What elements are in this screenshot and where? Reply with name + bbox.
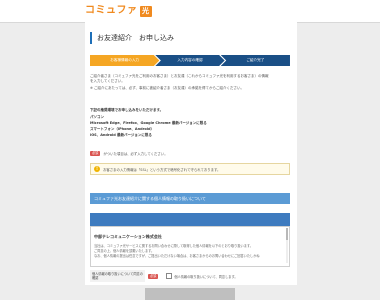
- agree-checkbox-label[interactable]: 個人情報の取り扱いについて、同意します。: [174, 274, 237, 279]
- step-input: お客様情報の入力: [90, 55, 160, 66]
- next-button[interactable]: [145, 288, 235, 300]
- privacy-scroll-box[interactable]: 中部テレコミュニケーション株式会社 当社は、コミュファ光サービスに関するお問い合…: [90, 226, 290, 267]
- company-name: 中部テレコミュニケーション株式会社: [94, 234, 162, 239]
- env-pc-browsers: Microsoft Edge、Firefox、Google Chrome 最新バ…: [90, 121, 207, 125]
- progress-steps: お客様情報の入力 入力内容の確認 ご紹介完了: [90, 55, 290, 66]
- agree-label: 個人情報の取り扱いについて同意の確認: [90, 270, 145, 282]
- agree-row: 個人情報の取り扱いについて同意の確認 必須 個人情報の取り扱いについて、同意しま…: [90, 270, 290, 282]
- env-heading: 下記の推奨環境でお申し込みをいただけます。: [90, 108, 164, 112]
- page-title-wrap: お友達紹介 お申し込み: [90, 30, 174, 46]
- env-ios: iOS、Android 最新バージョンに限る: [90, 133, 152, 137]
- logo-text: コミュファ: [85, 5, 138, 16]
- ssl-notice-text: お客さまの入力情報は「SSL」という方式で暗号化されて守られております。: [103, 167, 221, 172]
- section-header: コミュファ光お友達紹介に関する個人情報の取り扱いについて: [90, 193, 290, 204]
- agree-checkbox[interactable]: [166, 273, 173, 279]
- step-complete: ご紹介完了: [220, 55, 290, 66]
- page-title: お友達紹介 お申し込み: [97, 34, 174, 42]
- env-sp-label: スマートフォン（iPhone、Android）: [90, 127, 154, 131]
- privacy-p3: なお、個人情報の提出は任意ですが、ご提出いただけない場合は、お客さまからのお問い…: [94, 254, 260, 258]
- brand-logo[interactable]: コミュファ 光: [85, 5, 152, 17]
- logo-badge: 光: [139, 5, 152, 17]
- privacy-p1: 当社は、コミュファ光サービスに関するお問い合わせに際して取得した個人情報を以下の…: [94, 244, 253, 248]
- step-confirm: 入力内容の確認: [155, 55, 225, 66]
- privacy-p2: ご同意の上、個人情報を頂戴いたします。: [94, 249, 155, 253]
- required-badge: 必須: [90, 151, 101, 156]
- required-notice: 必須 がついた項目は、必ず入力してください。: [90, 151, 168, 156]
- ssl-notice: ! お客さまの入力情報は「SSL」という方式で暗号化されて守られております。: [90, 163, 290, 175]
- env-pc-label: パソコン: [90, 115, 104, 119]
- top-bar: コミュファ 光: [0, 0, 380, 23]
- intro-line-3: ※ ご紹介にあたっては、必ず、事前に被紹介者さま（お友達）の承諾を得てからご紹介…: [90, 86, 245, 90]
- agree-required-badge: 必須: [148, 273, 159, 279]
- intro-line-2: を入力してください。: [90, 79, 125, 83]
- scrollbar-thumb[interactable]: [286, 228, 288, 240]
- required-notice-text: がついた項目は、必ず入力してください。: [103, 152, 168, 156]
- title-accent-bar: [90, 32, 92, 44]
- privacy-section-header: [90, 213, 290, 226]
- lock-icon: !: [94, 166, 100, 172]
- main-content: お友達紹介 お申し込み お客様情報の入力 入力内容の確認 ご紹介完了 ご紹介者さ…: [85, 22, 297, 300]
